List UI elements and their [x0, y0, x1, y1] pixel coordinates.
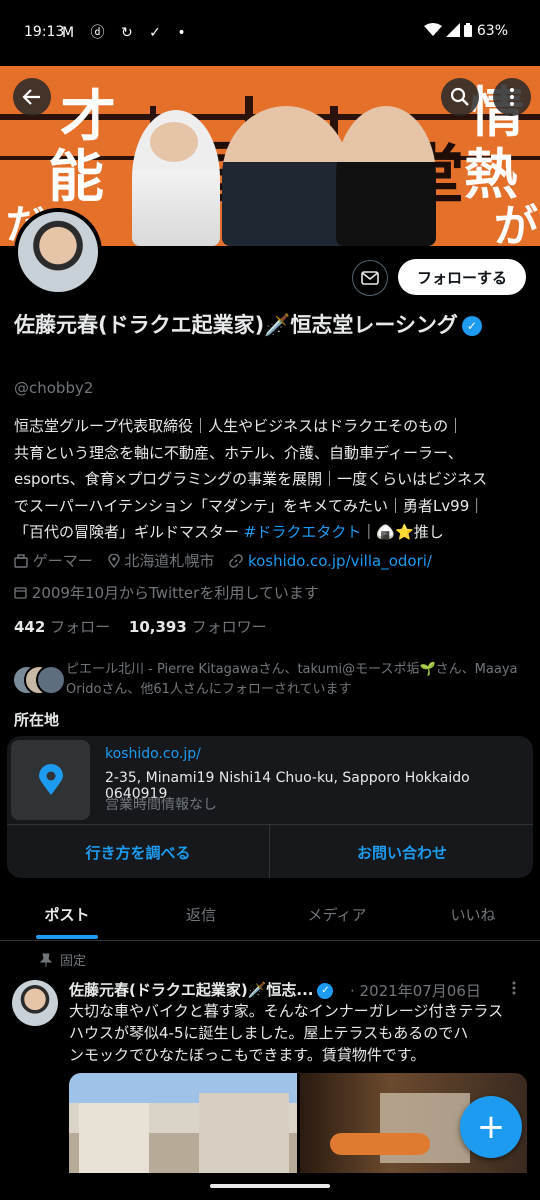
post-more-button[interactable]: [512, 980, 516, 999]
bio-line-4: でスーパーハイテンション「マダンテ」をキメてみたい｜勇者Lv99｜: [14, 496, 485, 515]
message-button[interactable]: [352, 260, 388, 296]
followed-by-text[interactable]: ピエール北川 - Pierre Kitagawaさん、takumi@モースポ垢🌱…: [66, 660, 536, 700]
post-line-2: ハウスが琴似4-5に誕生しました。屋上テラスもあるのでハ: [69, 1024, 469, 1042]
banner-person-suit: [222, 106, 350, 246]
map-pin-icon: [38, 764, 63, 795]
contact-button[interactable]: お問い合わせ: [271, 825, 533, 878]
bio-line-2: 共育という理念を軸に不動産、ホテル、介護、自動車ディーラー、: [14, 443, 463, 462]
following-link[interactable]: 442 フォロー: [14, 618, 110, 636]
pinned-label: 固定: [60, 954, 87, 969]
search-icon: [450, 87, 469, 106]
more-options-button[interactable]: [493, 78, 531, 116]
directions-button[interactable]: 行き方を調べる: [7, 825, 269, 878]
profile-joined-row: 2009年10月からTwitterを利用しています: [14, 582, 319, 603]
home-indicator[interactable]: [210, 1184, 330, 1188]
post-image-1[interactable]: [69, 1073, 297, 1173]
tab-likes[interactable]: いいね: [406, 888, 540, 940]
profile-website-link[interactable]: koshido.co.jp/villa_odori/: [248, 552, 432, 570]
status-time: 19:13: [24, 24, 65, 40]
profile-handle: @chobby2: [14, 379, 94, 397]
location-pin-icon: [107, 553, 120, 569]
following-label: フォロー: [50, 618, 111, 636]
profile-name: 佐藤元春(ドラクエ起業家)🗡️恒志堂レーシング ✓: [14, 308, 514, 342]
category-icon: [14, 554, 28, 568]
location-url-link[interactable]: koshido.co.jp/: [105, 746, 201, 762]
bio-hashtag-link[interactable]: #ドラクエタクト: [244, 523, 362, 541]
post-author-name[interactable]: 佐藤元春(ドラクエ起業家)🗡️恒志... ✓: [69, 979, 334, 1000]
status-bar: 19:13 M ⓓ ↻ ✓ • 63%: [0, 0, 540, 66]
profile-avatar[interactable]: [14, 208, 102, 296]
profile-location: 北海道札幌市: [124, 552, 215, 570]
back-button[interactable]: [13, 78, 51, 116]
profile-meta-row: ゲーマー 北海道札幌市 koshido.co.jp/villa_odori/: [14, 550, 432, 571]
tab-media[interactable]: メディア: [268, 888, 406, 940]
bio-line-3: esports、食育×プログラミングの事業を展開｜一度くらいはビジネス: [14, 470, 488, 488]
battery-percent: 63%: [476, 23, 508, 39]
post-date: · 2021年07月06日: [350, 982, 481, 1000]
envelope-icon: [361, 271, 379, 285]
notification-icons: M ⓓ ↻ ✓ •: [62, 25, 192, 41]
post-author-avatar[interactable]: [12, 980, 58, 1026]
post-verified-icon: ✓: [317, 982, 334, 999]
profile-joined: 2009年10月からTwitterを利用しています: [31, 584, 319, 602]
post-more-icon: [512, 981, 516, 995]
follow-button[interactable]: フォローする: [398, 259, 526, 295]
more-vertical-icon: [510, 88, 514, 106]
signal-icon: [445, 23, 460, 37]
battery-icon: [464, 23, 473, 37]
image2-car: [330, 1133, 430, 1155]
location-card-actions: 行き方を調べる お問い合わせ: [7, 824, 533, 878]
bio-tail: ｜🍙⭐推し: [361, 523, 444, 541]
pin-icon: [39, 953, 53, 967]
search-button[interactable]: [441, 78, 479, 116]
card-action-divider: [269, 825, 270, 878]
tab-posts[interactable]: ポスト: [0, 888, 134, 940]
calendar-icon: [14, 587, 27, 599]
image1-building-2: [199, 1093, 289, 1173]
followers-count: 10,393: [128, 618, 187, 636]
followers-label: フォロワー: [191, 618, 267, 636]
status-right: 63%: [423, 23, 508, 39]
banner-right-char-3: が: [494, 201, 538, 246]
verified-badge-icon: ✓: [461, 316, 482, 336]
following-count: 442: [14, 618, 46, 636]
active-tab-indicator: [36, 935, 98, 939]
post-text: 大切な車やバイクと暮す家。そんなインナーガレージ付きテラス ハウスが琴似4-5に…: [69, 1000, 529, 1066]
bio-line-1: 恒志堂グループ代表取締役｜人生やビジネスはドラクエそのもの｜: [14, 417, 464, 435]
link-icon: [229, 554, 243, 568]
banner-person-gamer: [336, 106, 436, 246]
profile-category: ゲーマー: [32, 552, 93, 570]
post-author-name-text: 佐藤元春(ドラクエ起業家)🗡️恒志...: [69, 981, 314, 999]
image1-building: [79, 1103, 149, 1173]
profile-tabs: ポスト 返信 メディア いいね: [0, 888, 540, 941]
banner-left-char-2: 能: [48, 144, 104, 210]
post-line-3: ンモックでひなたぼっこもできます。賃貸物件です。: [69, 1046, 426, 1064]
mutual-followers-avatars[interactable]: [12, 665, 66, 695]
bio-line-5-text: 「百代の冒険者」ギルドマスター: [14, 523, 244, 541]
back-arrow-icon: [22, 89, 40, 105]
location-card: koshido.co.jp/ 2-35, Minami19 Nishi14 Ch…: [7, 736, 533, 878]
wifi-icon: [423, 23, 442, 36]
follow-counts: 442 フォロー 10,393 フォロワー: [14, 616, 267, 637]
location-hours: 営業時間情報なし: [105, 797, 217, 813]
map-thumbnail[interactable]: [11, 740, 90, 820]
mutual-avatar-3: [36, 665, 66, 695]
pinned-indicator: 固定: [39, 950, 87, 969]
profile-bio: 恒志堂グループ代表取締役｜人生やビジネスはドラクエそのもの｜ 共育という理念を軸…: [14, 413, 532, 546]
location-section-label: 所在地: [14, 711, 60, 729]
tab-replies[interactable]: 返信: [134, 888, 268, 940]
bio-line-5: 「百代の冒険者」ギルドマスター #ドラクエタクト｜🍙⭐推し: [14, 519, 532, 546]
post-line-1: 大切な車やバイクと暮す家。そんなインナーガレージ付きテラス: [69, 1002, 504, 1020]
compose-post-button[interactable]: +: [460, 1096, 522, 1158]
followers-link[interactable]: 10,393 フォロワー: [129, 618, 267, 636]
banner-face-1: [150, 122, 198, 162]
profile-name-text: 佐藤元春(ドラクエ起業家)🗡️恒志堂レーシング: [14, 313, 458, 337]
